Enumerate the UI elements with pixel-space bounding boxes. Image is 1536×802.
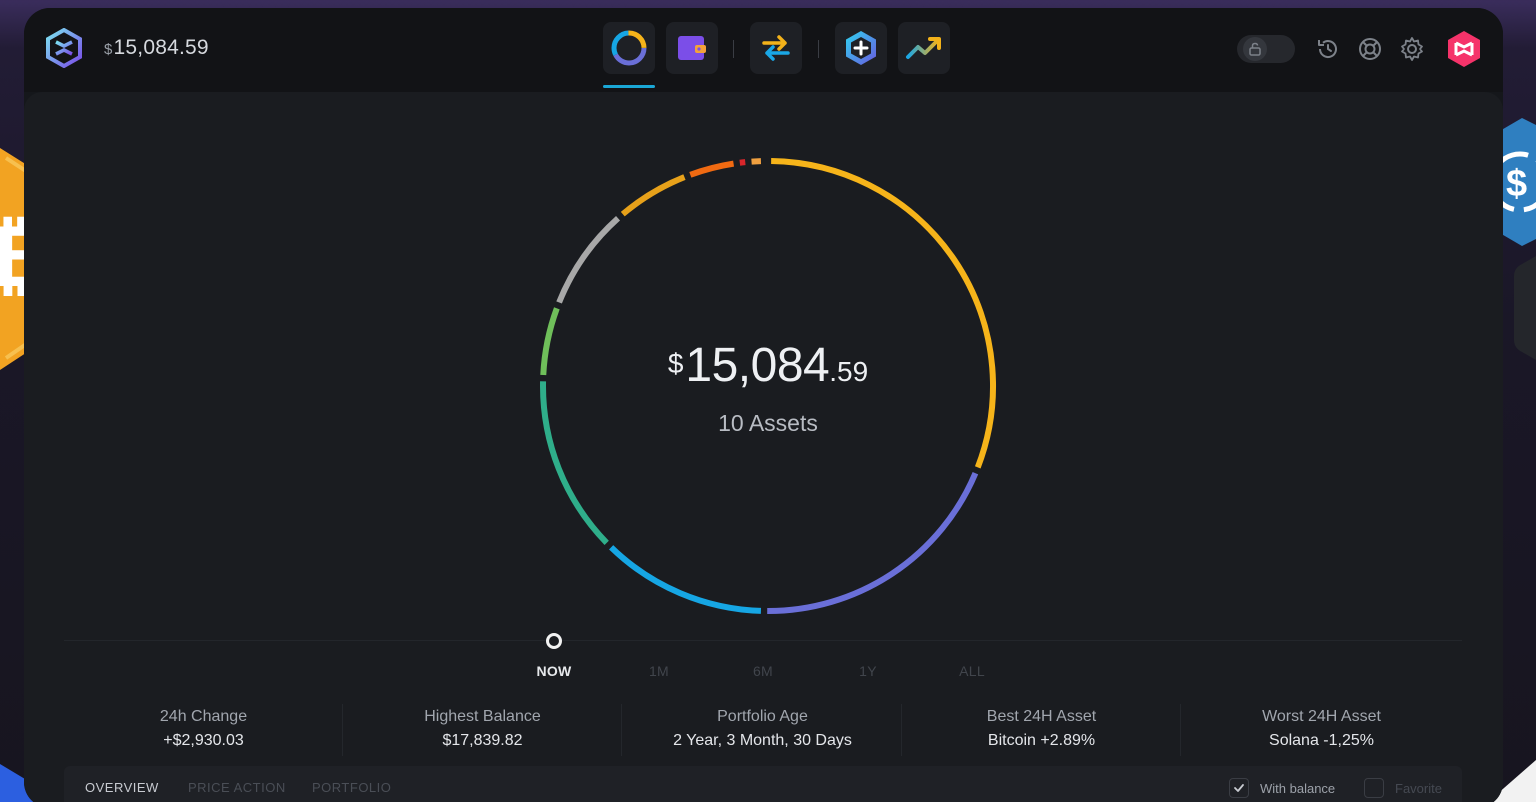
- lock-toggle[interactable]: [1237, 35, 1295, 63]
- header-balance-value: 15,084.59: [113, 36, 209, 59]
- nav-portfolio-button[interactable]: [603, 22, 655, 88]
- portfolio-stats: 24h Change +$2,930.03 Highest Balance $1…: [64, 696, 1462, 762]
- stat-value: $17,839.82: [442, 732, 523, 749]
- timeline-track: [64, 640, 1462, 641]
- nav-trends-button[interactable]: [898, 22, 950, 74]
- portfolio-total-currency: $: [667, 348, 684, 379]
- settings-gear-icon[interactable]: [1399, 36, 1425, 62]
- app-window: $15,084.59 $15,084.59 10 Assets NOW 1M 6…: [24, 8, 1503, 802]
- allocation-segment[interactable]: [540, 381, 609, 545]
- allocation-segment[interactable]: [620, 174, 686, 217]
- tab-overview[interactable]: OVERVIEW: [85, 780, 159, 795]
- with-balance-checkbox[interactable]: [1229, 778, 1249, 798]
- timeline-selected-dot[interactable]: [546, 633, 562, 649]
- header-balance-currency: $: [104, 41, 113, 58]
- top-bar: $15,084.59: [24, 8, 1503, 92]
- favorite-checkbox[interactable]: [1364, 778, 1384, 798]
- lock-toggle-knob: [1243, 37, 1267, 61]
- portfolio-total: $15,084.59: [530, 338, 1006, 393]
- nav-separator: [818, 40, 819, 58]
- header-balance: $15,084.59: [104, 36, 209, 60]
- allocation-segment[interactable]: [609, 545, 762, 614]
- stat-value: +$2,930.03: [163, 732, 244, 749]
- allocation-segment[interactable]: [739, 159, 746, 166]
- stat-label: Highest Balance: [424, 708, 541, 725]
- allocation-segment[interactable]: [556, 216, 621, 304]
- stat-label: Best 24H Asset: [986, 708, 1097, 725]
- svg-text:$: $: [1506, 163, 1527, 205]
- nav-add-asset-button[interactable]: [835, 22, 887, 74]
- allocation-donut: $15,084.59 10 Assets: [530, 148, 1006, 624]
- assets-count: 10 Assets: [718, 410, 818, 436]
- favorite-label: Favorite: [1395, 781, 1442, 796]
- support-lifebuoy-icon[interactable]: [1357, 36, 1383, 62]
- stat-label: 24h Change: [159, 708, 248, 725]
- exodus-logo-icon[interactable]: [44, 28, 84, 68]
- stat-divider: [621, 704, 622, 756]
- stat-portfolio-age: Portfolio Age 2 Year, 3 Month, 30 Days: [623, 696, 902, 762]
- wallet-icon: [678, 36, 706, 60]
- stat-label: Portfolio Age: [717, 708, 808, 725]
- donut-chart-icon: [611, 30, 647, 66]
- tab-price-action[interactable]: PRICE ACTION: [188, 780, 286, 795]
- hex-plus-icon: [846, 31, 876, 65]
- nav-wallet-button[interactable]: [666, 22, 718, 74]
- allocation-segment[interactable]: [689, 160, 735, 178]
- stat-label: Worst 24H Asset: [1262, 708, 1381, 725]
- trend-chart-icon: [906, 37, 941, 59]
- stat-value: Bitcoin +2.89%: [987, 732, 1096, 749]
- nav-separator: [733, 40, 734, 58]
- timeline-option-now[interactable]: NOW: [524, 663, 584, 679]
- timeline-option-1y[interactable]: 1Y: [838, 663, 898, 679]
- history-icon[interactable]: [1315, 36, 1341, 62]
- profile-avatar-icon[interactable]: [1445, 30, 1483, 68]
- nav-exchange-button[interactable]: [750, 22, 802, 74]
- stat-value: 2 Year, 3 Month, 30 Days: [673, 732, 852, 749]
- stat-divider: [1180, 704, 1181, 756]
- portfolio-total-decimal: .59: [829, 356, 869, 387]
- checkmark-icon: [1234, 784, 1244, 792]
- portfolio-total-integer: 15,084: [685, 339, 830, 392]
- coin-edge-icon: [1514, 256, 1536, 360]
- unlock-icon: [1249, 42, 1261, 56]
- tab-portfolio[interactable]: PORTFOLIO: [312, 780, 391, 795]
- stat-24h-change: 24h Change +$2,930.03: [64, 696, 343, 762]
- asset-tabs-bar: OVERVIEW PRICE ACTION PORTFOLIO With bal…: [64, 766, 1462, 802]
- swap-arrows-icon: [762, 35, 790, 61]
- stat-best-24h-asset: Best 24H Asset Bitcoin +2.89%: [902, 696, 1181, 762]
- with-balance-label: With balance: [1260, 781, 1336, 796]
- timeline-option-1m[interactable]: 1M: [629, 663, 689, 679]
- stat-highest-balance: Highest Balance $17,839.82: [343, 696, 622, 762]
- stat-value: Solana -1,25%: [1269, 732, 1374, 749]
- stat-worst-24h-asset: Worst 24H Asset Solana -1,25%: [1182, 696, 1461, 762]
- timeline-option-6m[interactable]: 6M: [733, 663, 793, 679]
- timeline-option-all[interactable]: ALL: [942, 663, 1002, 679]
- allocation-segment[interactable]: [767, 472, 979, 614]
